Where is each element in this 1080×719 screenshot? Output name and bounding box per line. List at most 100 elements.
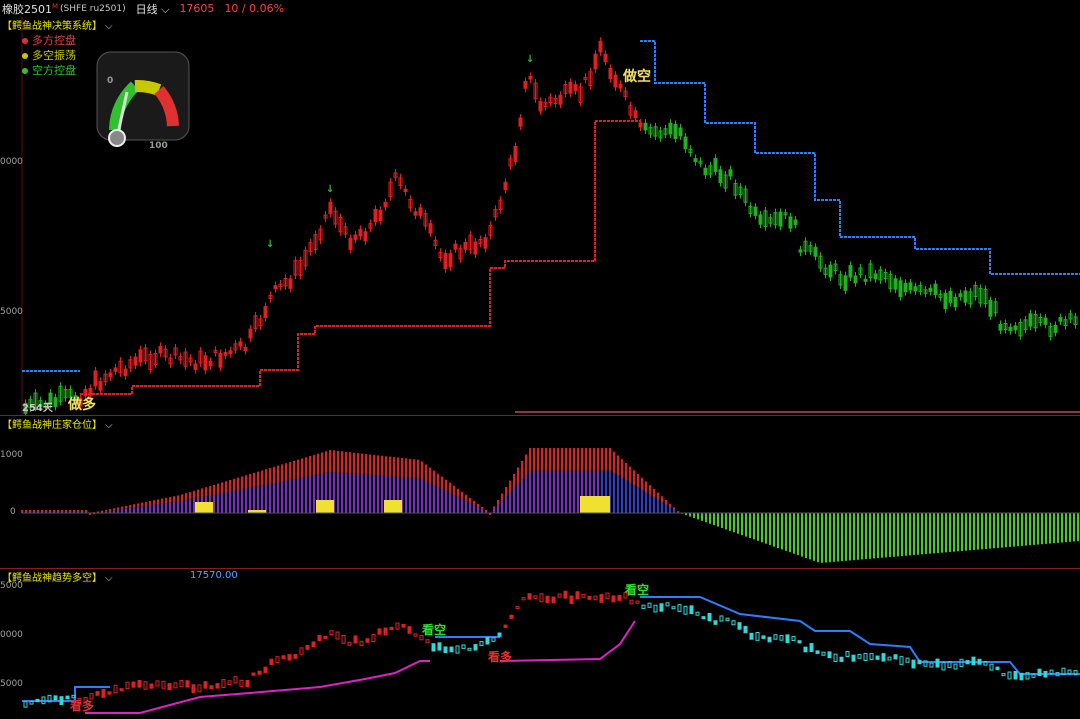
trend-candle xyxy=(599,594,604,603)
trend-candle xyxy=(275,656,280,663)
candle xyxy=(673,123,678,140)
candle xyxy=(243,346,248,352)
legend: 多方控盘 多空振荡 空方控盘 xyxy=(22,33,76,78)
candle xyxy=(778,211,783,227)
last-price: 17605 xyxy=(179,2,215,15)
candle xyxy=(463,241,468,250)
bear-signal-label: 看空 xyxy=(625,582,649,597)
trend-candle xyxy=(803,646,808,653)
trend-candle xyxy=(881,653,886,662)
trend-candle xyxy=(1001,673,1006,677)
trend-candle xyxy=(575,591,580,600)
legend-item-bear: 空方控盘 xyxy=(22,63,76,78)
trend-candle xyxy=(35,698,40,703)
trend-candle xyxy=(479,640,484,647)
trend-candle xyxy=(431,643,436,652)
candle xyxy=(948,290,953,303)
trend-candle xyxy=(257,670,262,675)
trend-candle xyxy=(653,604,658,613)
down-arrow-icon: ↓ xyxy=(526,54,534,65)
trend-candle xyxy=(671,606,676,610)
trend-candle xyxy=(695,611,700,616)
trend-candle xyxy=(335,631,340,640)
trend-candle xyxy=(1019,672,1024,681)
candle xyxy=(668,122,673,135)
candle xyxy=(428,223,433,234)
candle xyxy=(453,243,458,250)
candle xyxy=(448,253,453,268)
trend-candle xyxy=(107,691,112,695)
trend-candle xyxy=(341,634,346,644)
trend-candle xyxy=(365,638,370,643)
symbol-name[interactable]: 橡胶2501M xyxy=(2,1,58,17)
candle xyxy=(513,145,518,162)
candle xyxy=(873,273,878,280)
candle xyxy=(503,181,508,191)
candle xyxy=(758,214,763,225)
trend-candle xyxy=(155,680,160,687)
bull-signal-label: 看多 xyxy=(70,698,94,713)
trend-candle xyxy=(53,695,58,701)
trend-candle xyxy=(905,657,910,663)
candle xyxy=(988,300,993,317)
trend-candle xyxy=(647,602,652,608)
trend-candle xyxy=(119,688,124,692)
trend-candle xyxy=(389,626,394,631)
trend-candle xyxy=(491,637,496,642)
candle xyxy=(793,219,798,226)
candle xyxy=(718,169,723,184)
candle xyxy=(618,83,623,89)
trend-bear-line xyxy=(640,596,1080,675)
trend-candle xyxy=(755,632,760,641)
trend-candle xyxy=(791,635,796,641)
candle xyxy=(203,355,208,371)
trend-magenta-line xyxy=(85,660,430,714)
trend-candle xyxy=(113,684,118,694)
trend-candle xyxy=(977,658,982,665)
gauge-max-label: 100 xyxy=(149,141,168,151)
trend-candle xyxy=(635,600,640,604)
trend-candle xyxy=(677,604,682,612)
candle xyxy=(483,237,488,249)
candle xyxy=(598,40,603,53)
trend-candle xyxy=(269,658,274,666)
trend-candle xyxy=(185,680,190,688)
axis-label: 0 xyxy=(10,507,16,517)
candle xyxy=(843,275,848,291)
trend-candle xyxy=(587,595,592,600)
trend-candle xyxy=(899,656,904,665)
candle xyxy=(263,306,268,319)
main-panel-title[interactable]: 【鳄鱼战神决策系统】 ⌵ xyxy=(2,17,113,32)
period-selector[interactable]: 日线 ⌵ xyxy=(136,1,170,17)
candle xyxy=(473,241,478,255)
candle xyxy=(943,292,948,310)
trend-candle xyxy=(869,653,874,661)
trend-candle xyxy=(809,643,814,653)
trend-candle xyxy=(245,679,250,688)
position-panel[interactable]: 【鳄鱼战神庄家仓位】 ⌵ 1000 0 xyxy=(0,415,1080,568)
trend-candle xyxy=(839,656,844,662)
candle xyxy=(728,169,733,177)
candle xyxy=(903,282,908,293)
candle xyxy=(248,328,253,339)
candle xyxy=(518,117,523,127)
candle xyxy=(933,283,938,295)
trend-panel[interactable]: 看空 看空 看多 看多 【鳄鱼战神趋势多空】 ⌵ 17570.00 5000 0000 … xyxy=(0,568,1080,718)
gauge-arc-yellow xyxy=(134,79,162,96)
trend-candle xyxy=(611,595,616,603)
trend-candle xyxy=(773,634,778,640)
axis-label: 5000 xyxy=(0,581,23,591)
position-chart-canvas xyxy=(21,448,1080,563)
position-panel-title[interactable]: 【鳄鱼战神庄家仓位】 ⌵ xyxy=(2,416,113,431)
trend-candle xyxy=(941,661,946,671)
candle xyxy=(798,249,803,253)
candle xyxy=(273,285,278,290)
trend-candle xyxy=(101,689,106,698)
main-chart-panel[interactable]: ↓ ↓ ↓ 0 100 254天 做多 做空 【鳄鱼战神决策系统】 ⌵ 多方控盘 多空振荡 空方… xyxy=(0,17,1080,415)
trend-candle xyxy=(413,633,418,637)
candle xyxy=(613,74,618,88)
trend-value: 17570.00 xyxy=(190,570,238,581)
volume-marker xyxy=(316,500,334,513)
trend-candle xyxy=(221,679,226,688)
trend-candle xyxy=(383,627,388,636)
